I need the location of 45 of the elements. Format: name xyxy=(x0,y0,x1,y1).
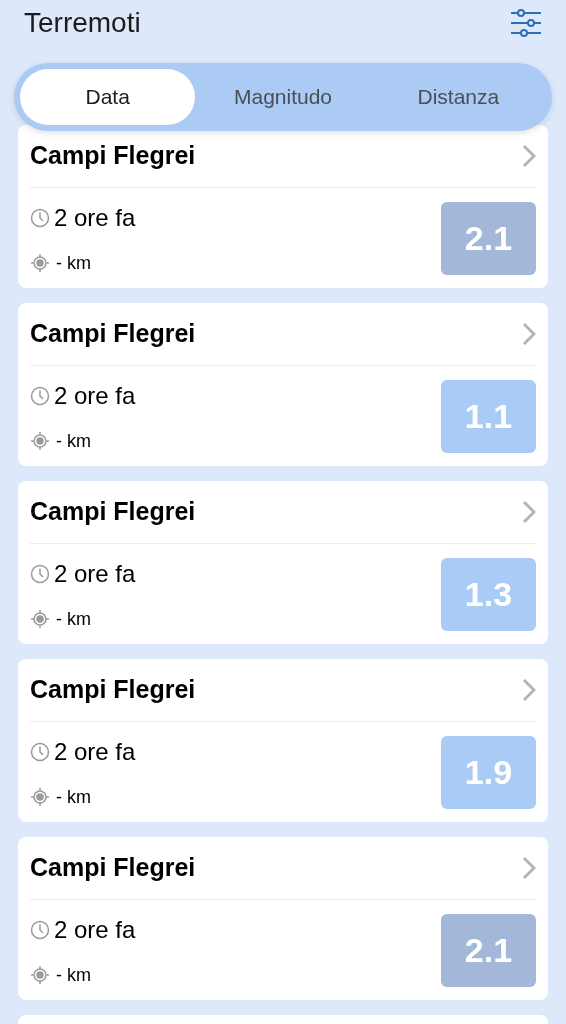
sort-tab[interactable]: Distanza xyxy=(370,69,546,125)
app-title: Terremoti xyxy=(24,6,141,40)
chevron-right-icon xyxy=(522,144,536,168)
clock-icon xyxy=(30,563,50,584)
time-ago: 2 ore fa xyxy=(54,380,136,411)
time-ago: 2 ore fa xyxy=(54,558,136,589)
earthquake-card[interactable]: Campi Flegrei 2 ore fa - km 2.1 xyxy=(18,125,548,288)
location-icon xyxy=(30,431,50,451)
distance-text: - km xyxy=(56,963,91,987)
distance-text: - km xyxy=(56,251,91,275)
clock-icon xyxy=(30,207,50,228)
earthquake-card[interactable]: Campi Flegrei 2 ore fa - km 1.9 xyxy=(18,659,548,822)
magnitude-badge: 2.1 xyxy=(441,913,536,987)
earthquake-card[interactable]: Campi Flegrei 2 ore fa - km 1.1 xyxy=(18,303,548,466)
distance-text: - km xyxy=(56,785,91,809)
location-icon xyxy=(30,965,50,985)
magnitude-badge: 1.9 xyxy=(441,735,536,809)
time-ago: 2 ore fa xyxy=(54,736,136,767)
magnitude-badge: 1.3 xyxy=(441,557,536,631)
earthquake-card[interactable]: Campi Flegrei 2 ore fa - km 2.1 xyxy=(18,837,548,1000)
chevron-right-icon xyxy=(522,500,536,524)
sort-tab[interactable]: Data xyxy=(20,69,196,125)
location-icon xyxy=(30,787,50,807)
magnitude-badge: 2.1 xyxy=(441,201,536,275)
time-ago: 2 ore fa xyxy=(54,202,136,233)
place-name: Campi Flegrei xyxy=(30,674,196,706)
location-icon xyxy=(30,609,50,629)
distance-text: - km xyxy=(56,429,91,453)
magnitude-badge: 1.1 xyxy=(441,379,536,453)
filter-settings-icon[interactable] xyxy=(510,7,542,39)
chevron-right-icon xyxy=(522,678,536,702)
place-name: Campi Flegrei xyxy=(30,318,196,350)
earthquake-card[interactable]: Campi Flegrei 2 ore fa - km 1.3 xyxy=(18,481,548,644)
place-name: Campi Flegrei xyxy=(30,852,196,884)
chevron-right-icon xyxy=(522,322,536,346)
location-icon xyxy=(30,253,50,273)
place-name: Campi Flegrei xyxy=(30,496,196,528)
distance-text: - km xyxy=(56,607,91,631)
place-name: Campi Flegrei xyxy=(30,140,196,172)
chevron-right-icon xyxy=(522,856,536,880)
clock-icon xyxy=(30,385,50,406)
clock-icon xyxy=(30,919,50,940)
sort-tab[interactable]: Magnitudo xyxy=(195,69,371,125)
clock-icon xyxy=(30,741,50,762)
time-ago: 2 ore fa xyxy=(54,914,136,945)
